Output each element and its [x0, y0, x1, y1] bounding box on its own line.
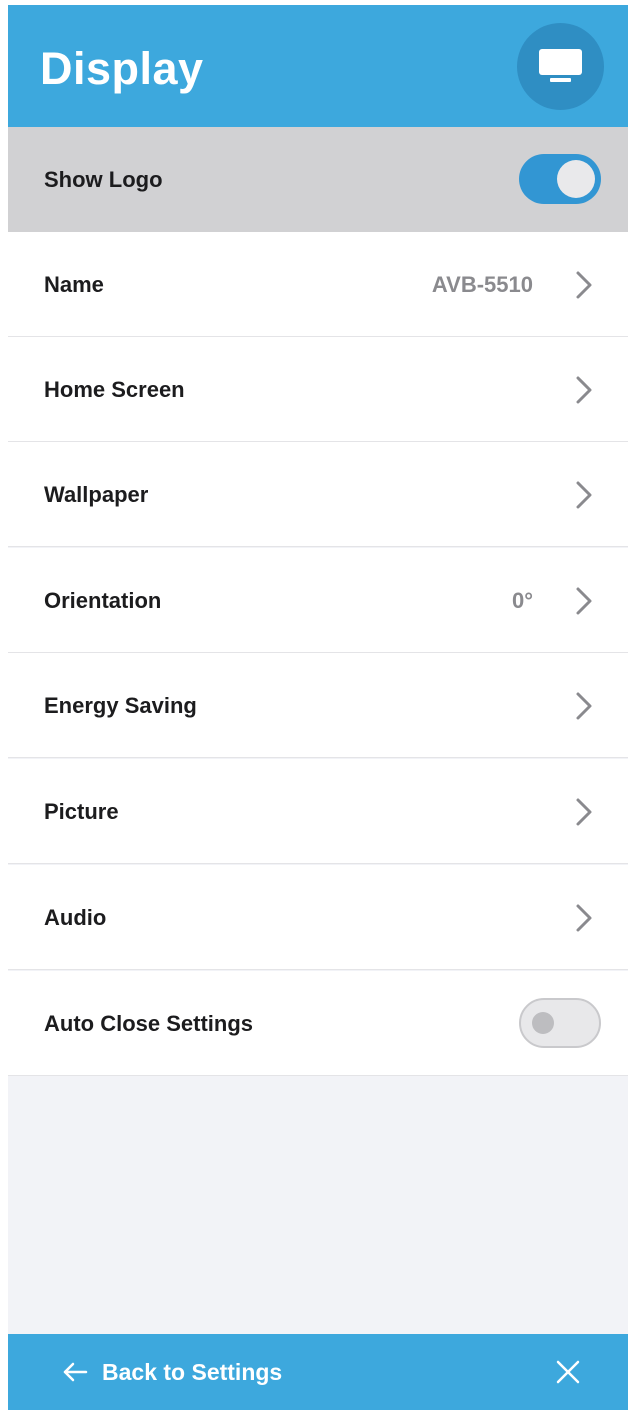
arrow-left-icon	[63, 1362, 88, 1382]
row-label: Wallpaper	[44, 482, 149, 507]
row-label: Show Logo	[44, 167, 163, 192]
row-show-logo[interactable]: Show Logo	[8, 127, 628, 232]
toggle-knob	[532, 1012, 554, 1034]
row-label: Home Screen	[44, 377, 185, 402]
chevron-right-icon	[576, 376, 592, 404]
chevron-right-icon	[576, 481, 592, 509]
row-home-screen[interactable]: Home Screen	[8, 337, 628, 442]
footer-bar: Back to Settings	[8, 1334, 628, 1410]
row-label: Name	[44, 272, 104, 297]
monitor-icon	[539, 49, 582, 82]
row-energy-saving[interactable]: Energy Saving	[8, 653, 628, 758]
page-title: Display	[40, 43, 204, 94]
toggle-knob	[557, 160, 595, 198]
auto-close-toggle[interactable]	[519, 998, 601, 1048]
display-icon-button[interactable]	[517, 23, 604, 110]
row-value: AVB-5510	[431, 272, 533, 297]
row-label: Audio	[44, 905, 107, 930]
header-bar: Display	[8, 5, 628, 127]
close-icon[interactable]	[556, 1360, 580, 1384]
show-logo-toggle[interactable]	[519, 154, 601, 204]
chevron-right-icon	[576, 798, 592, 826]
display-settings-screen: Display Show Logo Name AVB-5510 Home Scr…	[8, 5, 628, 1410]
chevron-right-icon	[576, 587, 592, 615]
row-label: Orientation	[44, 588, 162, 613]
back-to-settings-button[interactable]: Back to Settings	[62, 1334, 282, 1410]
chevron-right-icon	[576, 692, 592, 720]
row-picture[interactable]: Picture	[8, 759, 628, 864]
row-audio[interactable]: Audio	[8, 865, 628, 970]
chevron-right-icon	[576, 904, 592, 932]
row-label: Energy Saving	[44, 693, 197, 718]
row-wallpaper[interactable]: Wallpaper	[8, 442, 628, 547]
row-orientation[interactable]: Orientation 0°	[8, 548, 628, 653]
back-button-label: Back to Settings	[102, 1358, 283, 1385]
row-auto-close-settings[interactable]: Auto Close Settings	[8, 971, 628, 1076]
row-label: Picture	[44, 799, 119, 824]
row-name[interactable]: Name AVB-5510	[8, 232, 628, 337]
chevron-right-icon	[576, 271, 592, 299]
row-value: 0°	[511, 588, 533, 613]
row-label: Auto Close Settings	[44, 1011, 254, 1036]
